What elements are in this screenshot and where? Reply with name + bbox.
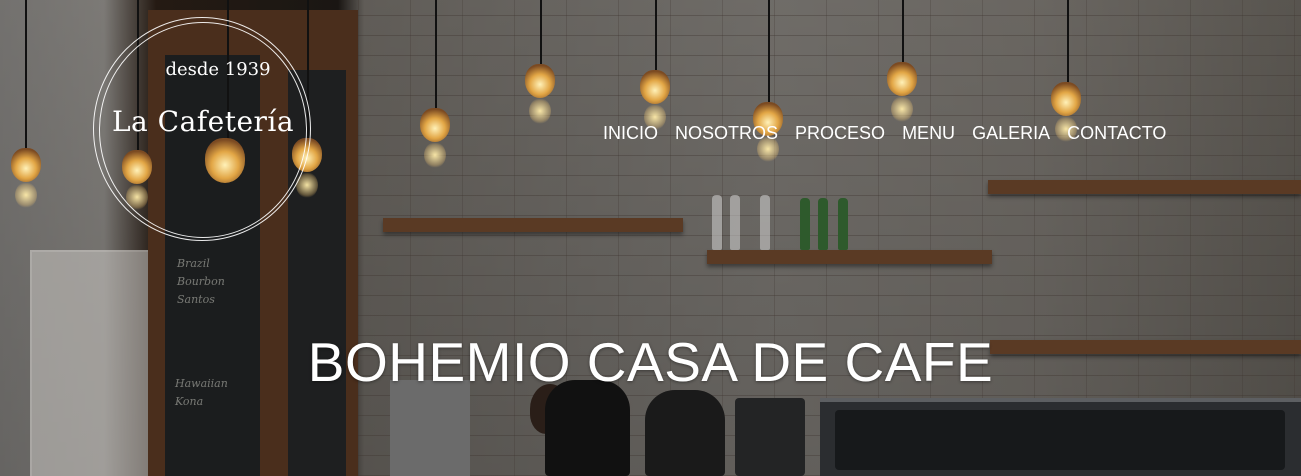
background-bottle <box>838 198 848 250</box>
background-bottle <box>818 198 828 250</box>
hero-title: BOHEMIO CASA DE CAFE <box>307 331 994 393</box>
background-grinder <box>545 380 630 476</box>
nav-item-menu[interactable]: MENU <box>902 123 955 144</box>
hero-section: Brazil Bourbon Santos Hawaiian Kona desd… <box>0 0 1301 476</box>
site-logo[interactable]: desde 1939 La Cafetería <box>93 17 313 243</box>
logo-brand-name: La Cafetería <box>111 105 295 138</box>
background-grinder <box>645 390 725 476</box>
background-bottle <box>712 195 722 250</box>
background-machine-panel <box>835 410 1285 470</box>
background-shelf <box>707 250 992 264</box>
nav-item-inicio[interactable]: INICIO <box>603 123 658 144</box>
nav-item-proceso[interactable]: PROCESO <box>795 123 885 144</box>
nav-item-galeria[interactable]: GALERIA <box>972 123 1050 144</box>
nav-item-contacto[interactable]: CONTACTO <box>1067 123 1166 144</box>
background-shelf <box>383 218 683 232</box>
logo-since-text: desde 1939 <box>165 59 271 80</box>
main-nav: INICIO NOSOTROS PROCESO MENU GALERIA CON… <box>603 123 1166 144</box>
nav-item-nosotros[interactable]: NOSOTROS <box>675 123 778 144</box>
background-register <box>390 380 470 476</box>
background-pitcher <box>735 398 805 476</box>
background-shelf <box>988 180 1301 194</box>
background-bottle <box>730 195 740 250</box>
background-bottle <box>760 195 770 250</box>
background-bottle <box>800 198 810 250</box>
